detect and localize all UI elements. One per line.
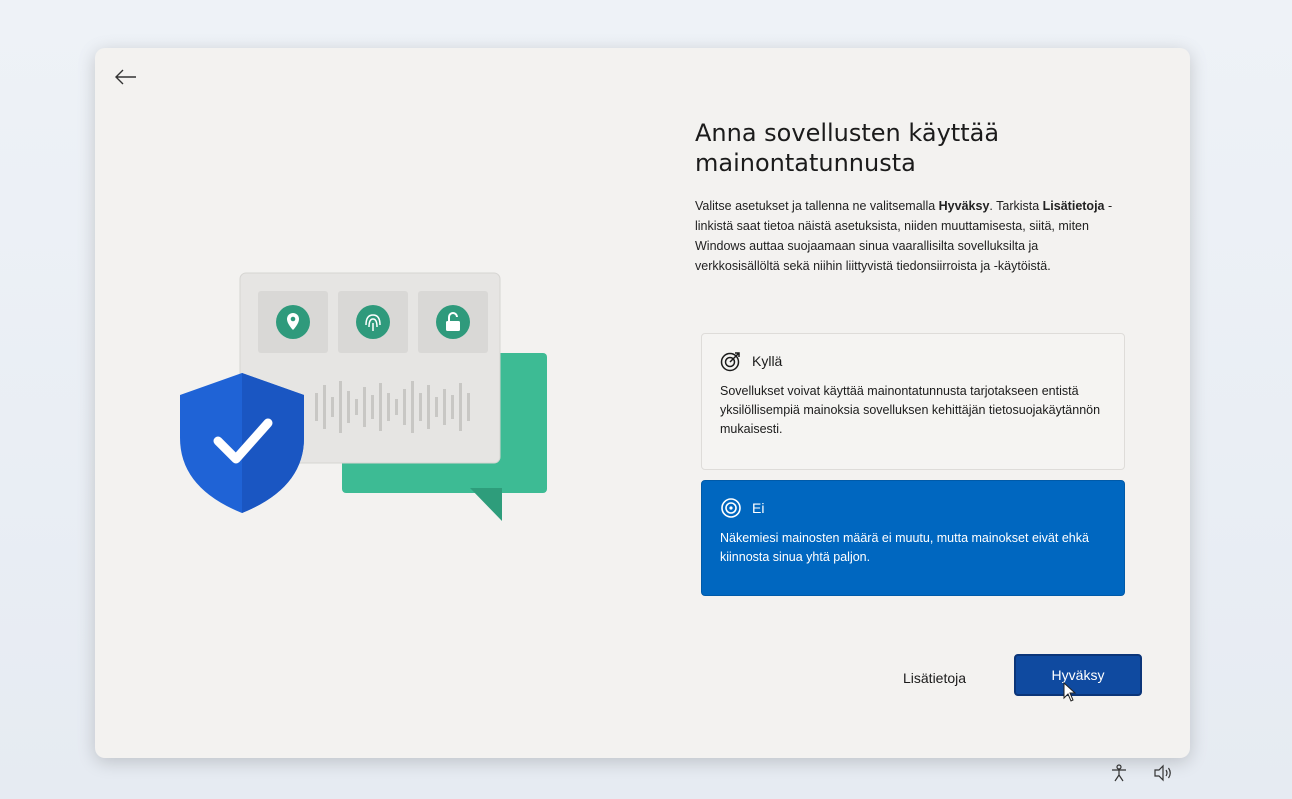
- learn-more-link[interactable]: Lisätietoja: [903, 670, 966, 686]
- accessibility-icon: [1112, 764, 1126, 782]
- volume-icon: [1154, 764, 1171, 782]
- description-part-1: Valitse asetukset ja tallenna ne valitse…: [695, 199, 939, 213]
- content-panel: Anna sovellusten käyttää mainontatunnust…: [695, 118, 1125, 276]
- option-no-description: Näkemiesi mainosten määrä ei muutu, mutt…: [720, 531, 1089, 564]
- page-title: Anna sovellusten käyttää mainontatunnust…: [695, 119, 1000, 177]
- option-yes-label: Kyllä: [752, 353, 783, 369]
- description-learn-more-word: Lisätietoja: [1042, 199, 1105, 213]
- arrow-left-icon: [115, 69, 136, 85]
- back-button[interactable]: [111, 62, 141, 92]
- option-no-label: Ei: [752, 500, 765, 516]
- oobe-dialog: Anna sovellusten käyttää mainontatunnust…: [95, 48, 1190, 758]
- target-icon: [721, 498, 741, 518]
- option-yes-description: Sovellukset voivat käyttää mainontatunnu…: [720, 384, 1101, 436]
- accept-button[interactable]: Hyväksy: [1014, 654, 1142, 696]
- volume-button[interactable]: [1150, 760, 1176, 786]
- description-part-2: . Tarkista: [989, 199, 1043, 213]
- description-accept-word: Hyväksy: [938, 199, 990, 213]
- option-no[interactable]: Ei Näkemiesi mainosten määrä ei muutu, m…: [701, 480, 1125, 596]
- accessibility-button[interactable]: [1106, 760, 1132, 786]
- mouse-cursor-icon: [1063, 682, 1077, 702]
- option-yes[interactable]: Kyllä Sovellukset voivat käyttää mainont…: [701, 333, 1125, 470]
- target-arrow-icon: [720, 352, 740, 372]
- page-description: Valitse asetukset ja tallenna ne valitse…: [695, 196, 1125, 276]
- privacy-illustration: [180, 272, 547, 521]
